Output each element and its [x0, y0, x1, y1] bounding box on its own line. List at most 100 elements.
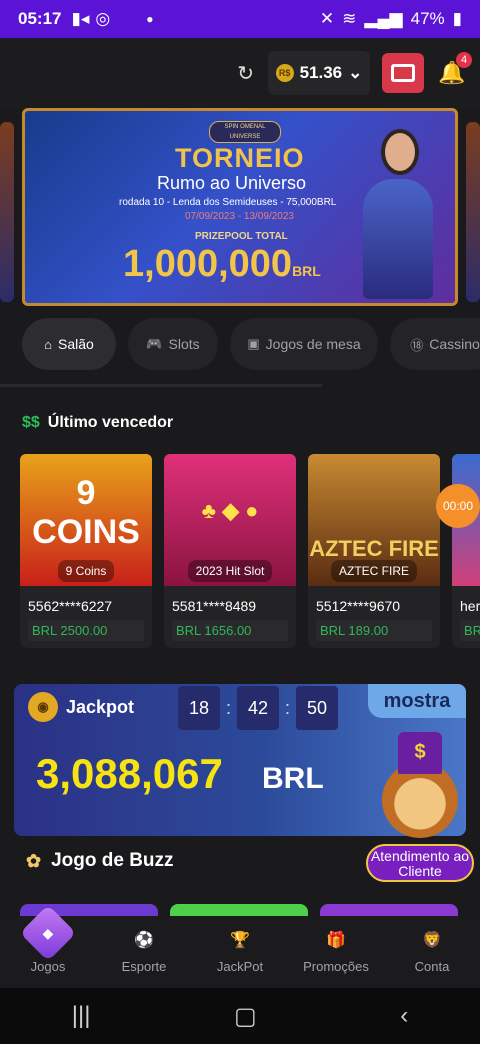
back-icon[interactable]: ‹ [400, 1002, 408, 1030]
cards-icon: ▣ [247, 336, 260, 351]
gift-icon: 🎁 [326, 932, 346, 949]
game-thumbnail-text: 9 COINS [32, 474, 140, 551]
trophy-icon: 🏆 [230, 932, 250, 949]
banner-logo: SPIN OMENAL UNIVERSE [209, 121, 281, 143]
banner-subtitle: Rumo ao Universo [157, 173, 307, 193]
nav-esporte[interactable]: ⚽ Esporte [96, 927, 192, 974]
tab-label: Jogos de mesa [265, 336, 361, 352]
tab-salao[interactable]: ⌂ Salão [22, 318, 116, 370]
nav-label: Jogos [30, 959, 66, 974]
jackpot-title: ◉ Jackpot [28, 692, 134, 722]
winner-id: 5562****6227 [28, 598, 113, 614]
mostra-tag[interactable]: mostra [368, 684, 466, 718]
game-thumbnail: ♣ ◆ ● 2023 Hit Slot [164, 454, 296, 586]
status-icons-left: ▮◂ ◎ [71, 9, 110, 29]
tournament-banner[interactable]: SPIN OMENAL UNIVERSE TORNEIO Rumo ao Uni… [22, 108, 458, 306]
banner-next-peek[interactable] [466, 122, 480, 302]
tab-label: Slots [168, 336, 200, 352]
tab-jogos-de-mesa[interactable]: ▣ Jogos de mesa [230, 318, 378, 370]
banner-prizepool-label: PRIZEPOOL TOTAL [195, 231, 288, 242]
category-tabs: ⌂ Salão 🎮 Slots ▣ Jogos de mesa ⑱ Cassin… [0, 318, 480, 376]
winner-id: 5512****9670 [316, 598, 401, 614]
winner-list: 9 COINS 9 Coins 5562****6227 BRL 2500.00… [20, 454, 480, 648]
timer-minutes: 42 [237, 686, 280, 730]
coin-icon: R$ [275, 64, 294, 82]
lion-mascot-icon[interactable]: $ [370, 732, 466, 842]
status-icons-right: ✕ ≋ ▂▄▆ 47% ▮ [320, 9, 462, 29]
chevron-down-icon: ⌄ [348, 63, 363, 82]
tab-slots[interactable]: 🎮 Slots [128, 318, 218, 370]
gamepad-icon: 🎮 [146, 336, 163, 351]
game-thumbnail-symbols: ♣ ◆ ● [201, 498, 259, 523]
banner-title: TORNEIO [175, 143, 305, 173]
timer-seconds: 50 [296, 686, 339, 730]
jackpot-currency: BRL [262, 762, 324, 795]
banner-round: rodada 10 - Lenda dos Semideuses - 75,00… [119, 197, 337, 208]
wallet-button[interactable] [382, 53, 424, 93]
tab-label: Salão [58, 336, 94, 352]
lion-avatar-icon: 🦁 [422, 932, 442, 949]
buzz-section-title: ✿ Jogo de Buzz [26, 850, 174, 872]
banner-dates: 07/09/2023 - 13/09/2023 [185, 211, 294, 222]
game-name: AZTEC FIRE [330, 560, 417, 582]
game-thumbnail: 9 COINS 9 Coins [20, 454, 152, 586]
nav-promocoes[interactable]: 🎁 Promoções [288, 927, 384, 974]
banner-amount-value: 1,000,000 [123, 243, 293, 285]
wallet-icon [391, 64, 415, 82]
winner-amount: BRL 1656.00 [172, 620, 288, 641]
recent-apps-icon[interactable]: ||| [72, 1002, 91, 1030]
android-nav-bar: ||| ▢ ‹ [0, 988, 480, 1044]
jackpot-title-text: Jackpot [66, 696, 135, 717]
winner-amount: BRL 189.00 [316, 620, 432, 641]
notification-dot-icon: ● [146, 12, 154, 26]
instagram-icon: ◎ [95, 9, 111, 28]
bottom-nav: ◆ Jogos ⚽ Esporte 🏆 JackPot 🎁 Promoções … [0, 904, 480, 988]
nav-conta[interactable]: 🦁 Conta [384, 927, 480, 974]
customer-support-button[interactable]: Atendimento ao Cliente [366, 844, 474, 882]
jackpot-timer: 18 : 42 : 50 [178, 686, 339, 730]
refresh-icon[interactable]: ↻ [237, 61, 254, 86]
tab-cassino[interactable]: ⑱ Cassino [390, 318, 480, 370]
balance-selector[interactable]: R$ 51.36 ⌄ [268, 51, 370, 95]
home-icon: ⌂ [44, 336, 53, 352]
18-icon: ⑱ [410, 337, 424, 353]
game-name: 2023 Hit Slot [187, 560, 273, 582]
banner-prev-peek[interactable] [0, 122, 14, 302]
jackpot-amount: 3,088,067 [36, 750, 223, 797]
top-header: ↻ R$ 51.36 ⌄ 🔔 4 [0, 38, 480, 108]
game-thumbnail-text: AZTEC FIRE [309, 536, 439, 561]
winner-card[interactable]: AZTEC FIRE AZTEC FIRE 5512****9670 BRL 1… [308, 454, 440, 648]
nav-jogos[interactable]: ◆ Jogos [0, 904, 96, 974]
winner-id: her [460, 598, 480, 614]
winner-card[interactable]: ♣ ◆ ● 2023 Hit Slot 5581****8489 BRL 165… [164, 454, 296, 648]
winner-amount: BRL [460, 620, 480, 641]
battery-text: 47% [410, 9, 445, 28]
balance-value: 51.36 [299, 63, 343, 82]
video-icon: ▮◂ [71, 9, 90, 28]
timer-hours: 18 [178, 686, 220, 730]
signal-icon: ▂▄▆ [364, 9, 403, 28]
banner-currency: BRL [292, 263, 321, 279]
winner-card[interactable]: 9 COINS 9 Coins 5562****6227 BRL 2500.00 [20, 454, 152, 648]
winner-id: 5581****8489 [172, 598, 257, 614]
countdown-badge[interactable]: 00:00 [436, 484, 480, 528]
buzz-icon: ✿ [26, 850, 42, 871]
nav-label: Promoções [303, 959, 369, 974]
mute-icon: ✕ [319, 9, 335, 28]
notifications-button[interactable]: 🔔 4 [438, 52, 472, 88]
home-button-icon[interactable]: ▢ [234, 1002, 257, 1031]
banner-carousel[interactable]: SPIN OMENAL UNIVERSE TORNEIO Rumo ao Uni… [0, 108, 480, 308]
game-thumbnail: AZTEC FIRE AZTEC FIRE [308, 454, 440, 586]
game-name: 9 Coins [57, 560, 115, 582]
notification-badge: 4 [456, 52, 472, 68]
jackpot-coin-icon: ◉ [28, 692, 58, 722]
status-bar: 05:17 ▮◂ ◎ ● ✕ ≋ ▂▄▆ 47% ▮ [0, 0, 480, 38]
banner-amount: 1,000,000BRL [123, 243, 321, 286]
winner-amount: BRL 2500.00 [28, 620, 144, 641]
nav-label: Conta [414, 959, 450, 974]
soccer-ball-icon: ⚽ [134, 932, 154, 949]
nav-label: Esporte [121, 959, 167, 974]
nav-jackpot[interactable]: 🏆 JackPot [192, 927, 288, 974]
battery-icon: ▮ [452, 9, 462, 28]
money-icon: $$ [22, 414, 40, 431]
